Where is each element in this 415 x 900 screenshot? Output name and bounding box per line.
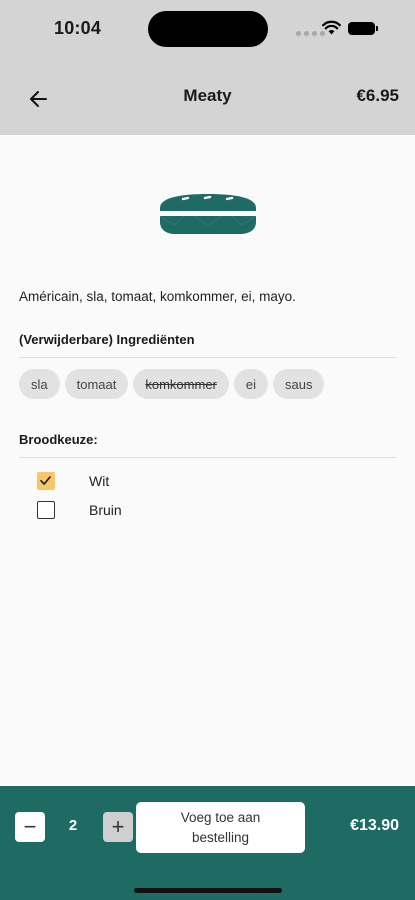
product-description: Américain, sla, tomaat, komkommer, ei, m… bbox=[19, 289, 296, 304]
status-bar: 10:04 bbox=[0, 0, 415, 58]
order-bar: − 2 + Voeg toe aan bestelling €13.90 bbox=[0, 786, 415, 900]
ingredient-chip-tomaat[interactable]: tomaat bbox=[64, 369, 129, 399]
page-title: Meaty bbox=[183, 86, 232, 105]
bread-option-bruin[interactable]: Bruin bbox=[37, 501, 122, 519]
divider bbox=[19, 357, 396, 358]
increase-quantity-button[interactable]: + bbox=[103, 812, 133, 842]
order-total: €13.90 bbox=[350, 817, 399, 834]
ingredients-title: (Verwijderbare) Ingrediënten bbox=[19, 332, 195, 347]
bread-choice-title: Broodkeuze: bbox=[19, 432, 98, 447]
wifi-icon bbox=[322, 20, 341, 35]
checkmark-icon bbox=[40, 476, 51, 485]
bread-option-wit[interactable]: Wit bbox=[37, 472, 109, 490]
dynamic-island bbox=[148, 11, 268, 47]
signal-icon bbox=[296, 31, 325, 36]
battery-icon bbox=[348, 22, 378, 35]
divider bbox=[19, 457, 396, 458]
ingredient-chip-saus[interactable]: saus bbox=[273, 369, 325, 399]
ingredient-chip-sla[interactable]: sla bbox=[19, 369, 60, 399]
product-price: €6.95 bbox=[356, 86, 399, 105]
checkbox-checked[interactable] bbox=[37, 472, 55, 490]
ingredient-chip-komkommer[interactable]: komkommer bbox=[133, 369, 229, 399]
add-to-order-button[interactable]: Voeg toe aan bestelling bbox=[136, 802, 305, 853]
sandwich-icon bbox=[160, 194, 256, 234]
nav-bar: Meaty €6.95 bbox=[0, 58, 415, 135]
ingredient-chips: sla tomaat komkommer ei saus bbox=[19, 369, 325, 399]
home-indicator bbox=[134, 888, 282, 893]
header-area: 10:04 Meaty €6.95 bbox=[0, 0, 415, 135]
bread-option-label: Wit bbox=[89, 473, 110, 489]
decrease-quantity-button[interactable]: − bbox=[15, 812, 45, 842]
ingredient-chip-ei[interactable]: ei bbox=[233, 369, 269, 399]
status-time: 10:04 bbox=[54, 18, 102, 38]
checkbox-unchecked[interactable] bbox=[37, 501, 55, 519]
quantity-value: 2 bbox=[68, 817, 78, 834]
bread-option-label: Bruin bbox=[89, 502, 122, 518]
